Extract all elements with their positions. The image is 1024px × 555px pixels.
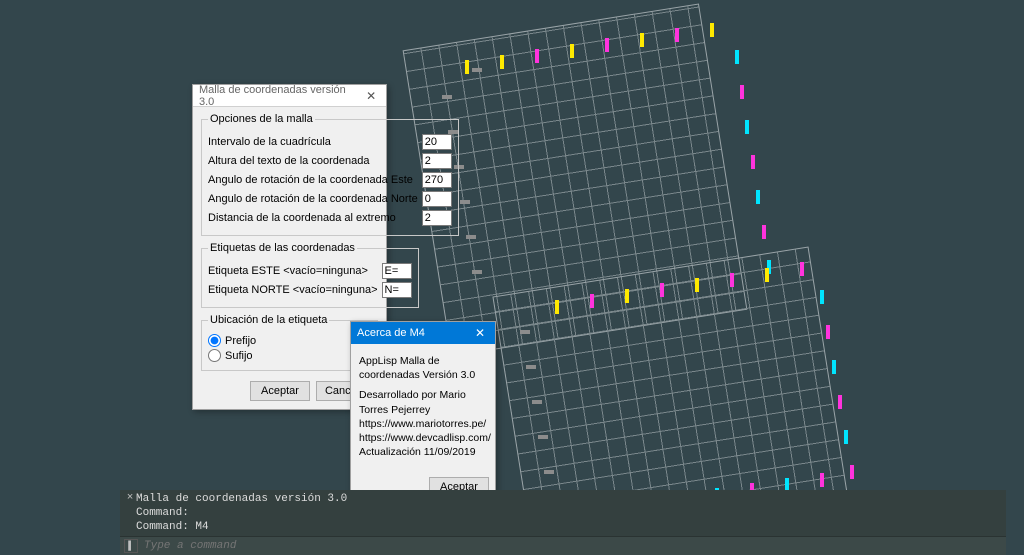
- cad-canvas: [0, 0, 1024, 555]
- east-etq-input[interactable]: [382, 263, 412, 279]
- command-history-line: Command: M4: [136, 520, 1002, 534]
- suffix-radio[interactable]: [208, 349, 221, 362]
- grid-options-group: Opciones de la malla Intervalo de la cua…: [201, 113, 459, 236]
- labels-group: Etiquetas de las coordenadas Etiqueta ES…: [201, 242, 419, 308]
- close-icon[interactable]: ✕: [362, 88, 380, 104]
- extreme-dist-label: Distancia de la coordenada al extremo: [208, 212, 418, 224]
- interval-label: Intervalo de la cuadrícula: [208, 136, 418, 148]
- about-line-1: AppLisp Malla de coordenadas Versión 3.0: [359, 354, 487, 382]
- suffix-radio-label[interactable]: Sufijo: [225, 350, 253, 362]
- about-line-2: Desarrollado por Mario Torres Pejerrey: [359, 389, 466, 415]
- rot-east-input[interactable]: [422, 172, 452, 188]
- textheight-label: Altura del texto de la coordenada: [208, 155, 418, 167]
- close-icon[interactable]: ✕: [471, 325, 489, 341]
- north-etq-label: Etiqueta NORTE <vacío=ninguna>: [208, 284, 378, 296]
- north-etq-input[interactable]: [382, 282, 412, 298]
- label-position-legend: Ubicación de la etiqueta: [208, 314, 329, 326]
- command-history-line: Command:: [136, 506, 1002, 520]
- prefix-radio[interactable]: [208, 334, 221, 347]
- labels-legend: Etiquetas de las coordenadas: [208, 242, 357, 254]
- dialog2-titlebar[interactable]: Acerca de M4 ✕: [351, 322, 495, 344]
- command-history-line: Malla de coordenadas versión 3.0: [136, 492, 1002, 506]
- about-dialog: Acerca de M4 ✕ AppLisp Malla de coordena…: [350, 321, 496, 504]
- command-prompt-icon[interactable]: ▌: [124, 539, 138, 553]
- about-line-3: https://www.mariotorres.pe/: [359, 418, 486, 430]
- about-line-5: Actualización 11/09/2019: [359, 446, 476, 458]
- command-panel: × Malla de coordenadas versión 3.0 Comma…: [120, 490, 1006, 555]
- interval-input[interactable]: [422, 134, 452, 150]
- dialog1-titlebar[interactable]: Malla de coordenadas versión 3.0 ✕: [193, 85, 386, 107]
- extreme-dist-input[interactable]: [422, 210, 452, 226]
- east-etq-label: Etiqueta ESTE <vacío=ninguna>: [208, 265, 378, 277]
- dialog2-title: Acerca de M4: [357, 327, 425, 339]
- dialog1-title: Malla de coordenadas versión 3.0: [199, 84, 362, 108]
- about-line-4: https://www.devcadlisp.com/: [359, 432, 491, 444]
- rot-north-input[interactable]: [422, 191, 452, 207]
- rot-north-label: Angulo de rotación de la coordenada Nort…: [208, 193, 418, 205]
- textheight-input[interactable]: [422, 153, 452, 169]
- command-input[interactable]: [144, 540, 1002, 552]
- grid-options-legend: Opciones de la malla: [208, 113, 315, 125]
- command-close-icon[interactable]: ×: [124, 492, 136, 534]
- accept-button[interactable]: Aceptar: [250, 381, 310, 401]
- prefix-radio-label[interactable]: Prefijo: [225, 335, 256, 347]
- rot-east-label: Angulo de rotación de la coordenada Este: [208, 174, 418, 186]
